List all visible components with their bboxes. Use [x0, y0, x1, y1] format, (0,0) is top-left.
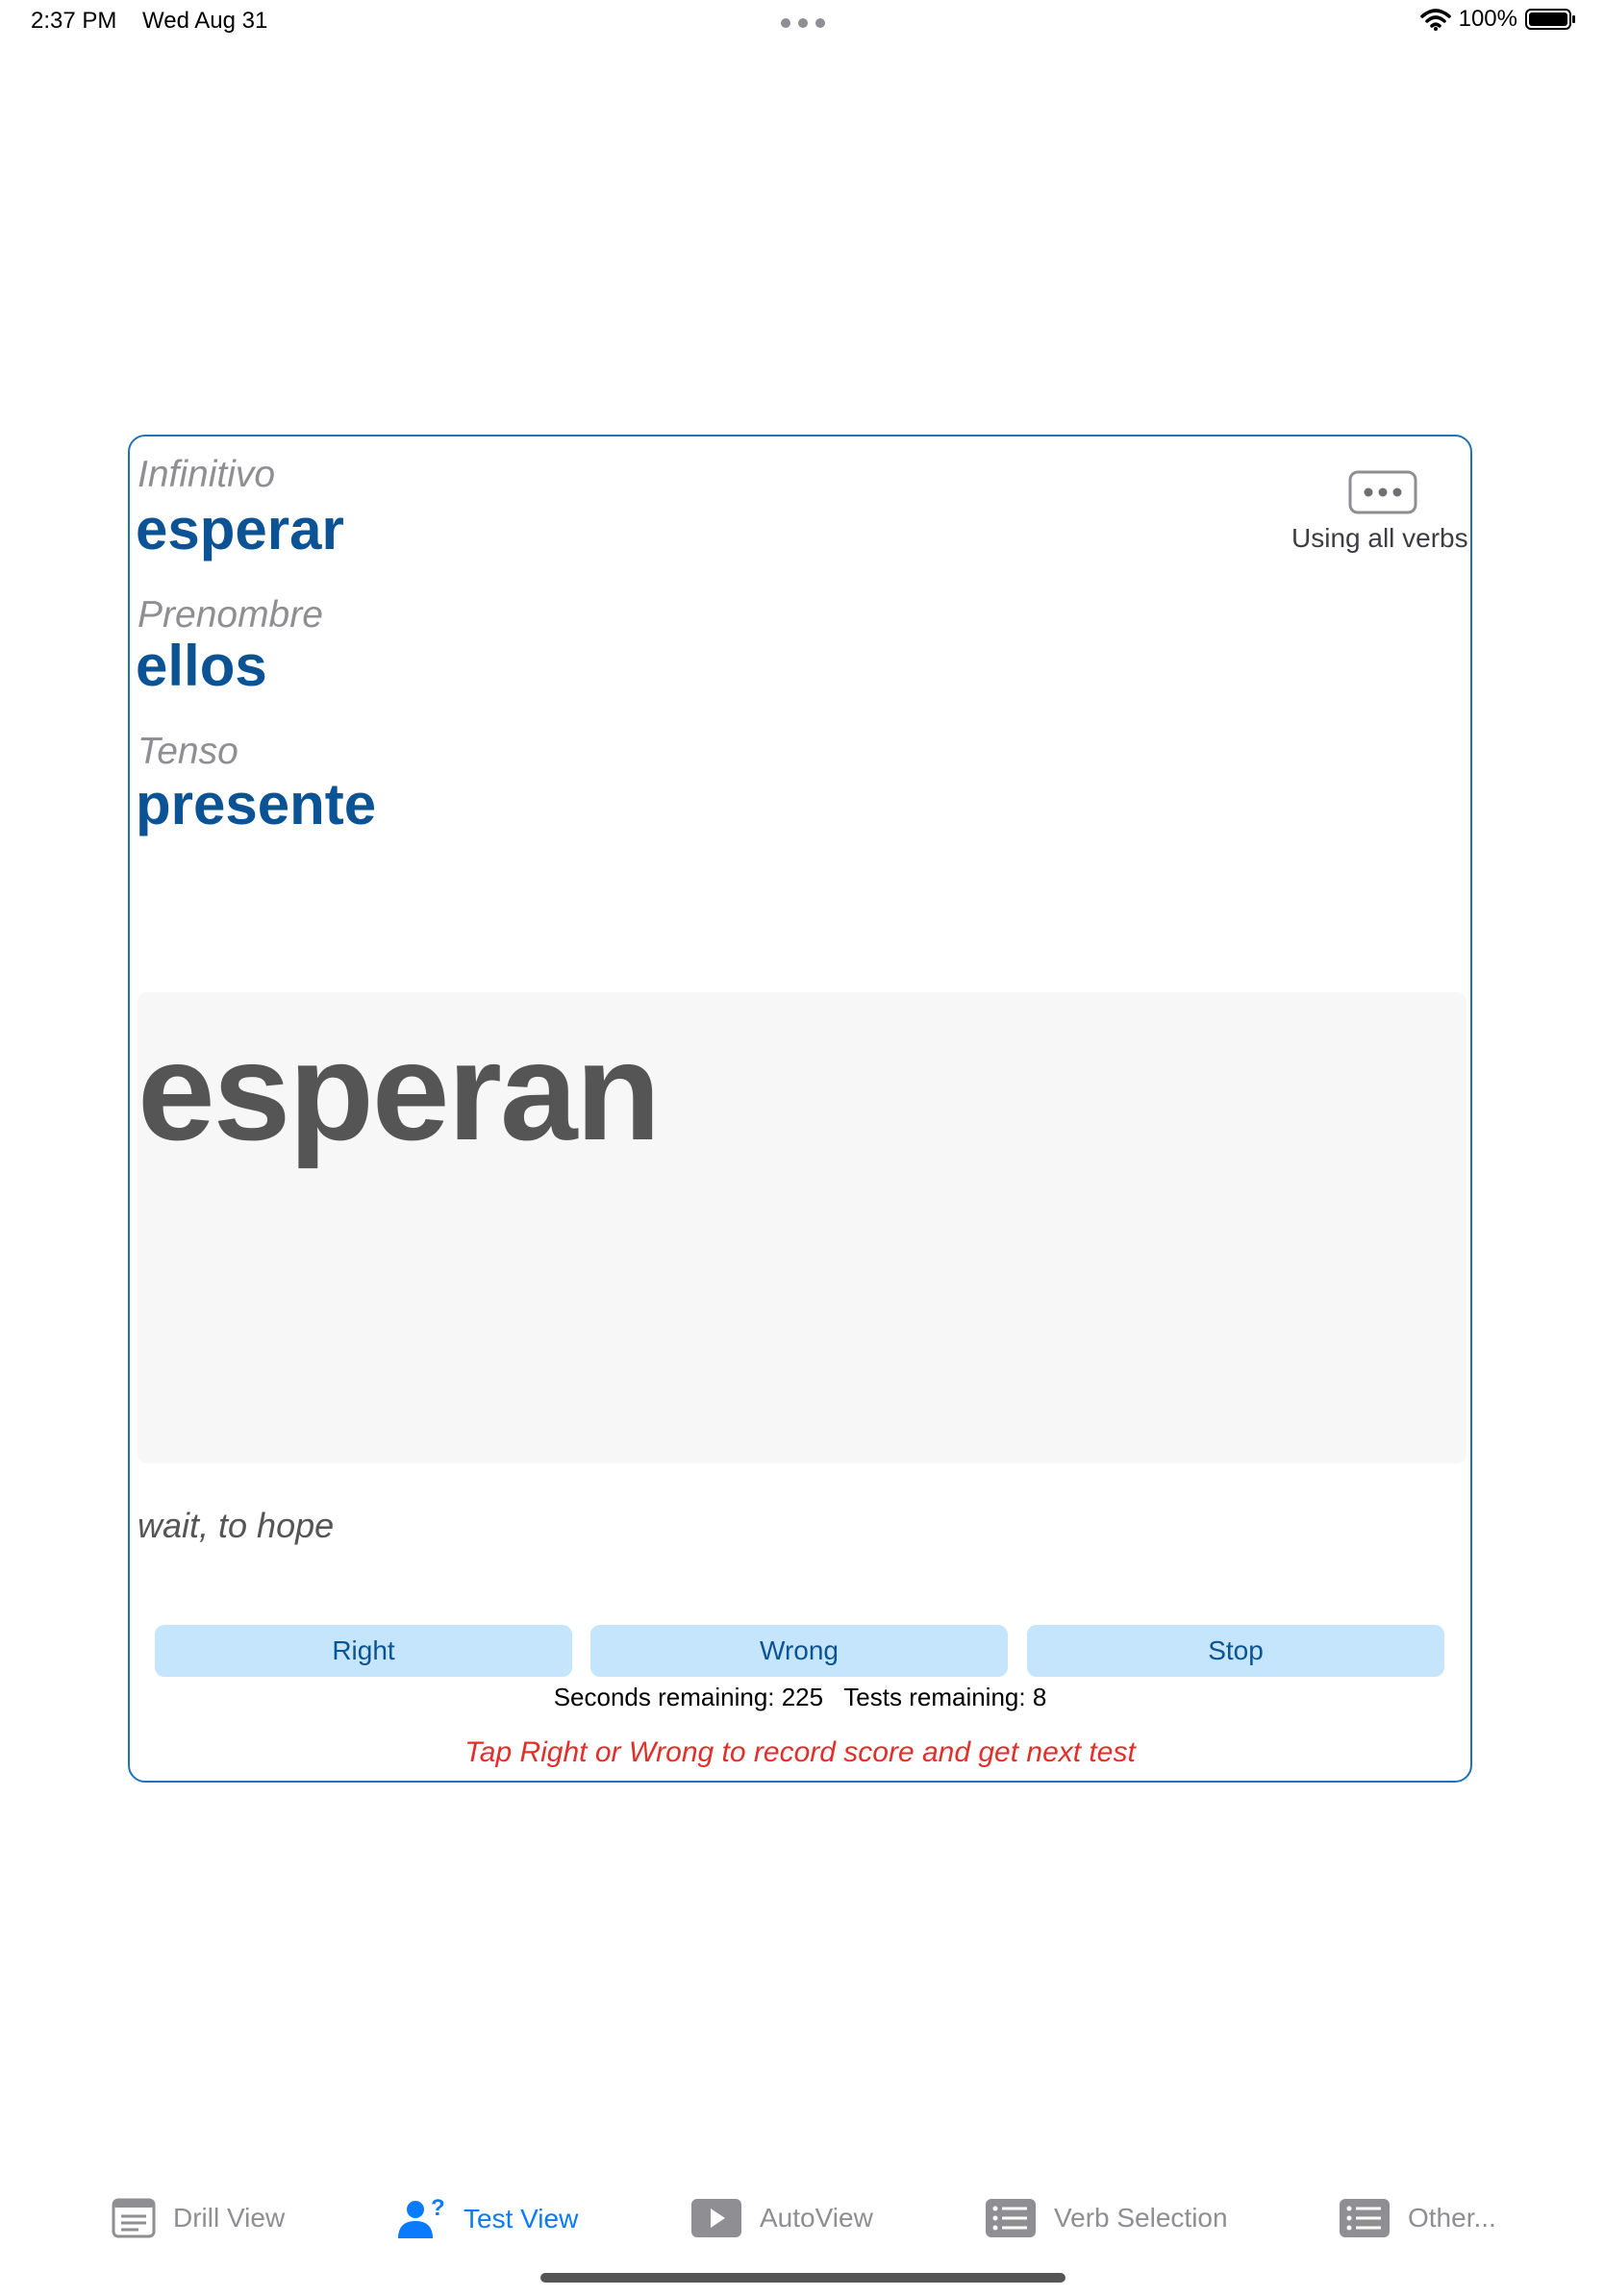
tab-verb-selection[interactable]: Verb Selection — [985, 2198, 1228, 2238]
verb-meaning: wait, to hope — [138, 1506, 335, 1545]
list-icon — [986, 2199, 1036, 2237]
tab-autoview[interactable]: AutoView — [690, 2198, 873, 2238]
status-date: Wed Aug 31 — [142, 8, 268, 34]
battery-percent: 100% — [1458, 6, 1517, 32]
tense-value: presente — [136, 772, 377, 836]
app-screen: 2:37 PM Wed Aug 31 100% Infinitivo esper… — [0, 0, 1604, 2296]
tab-label: AutoView — [760, 2203, 873, 2233]
battery-icon — [1525, 9, 1575, 30]
test-card: Infinitivo esperar Prenombre ellos Tenso… — [128, 435, 1472, 1783]
home-indicator[interactable] — [540, 2273, 1065, 2283]
tab-test-view[interactable]: ? Test View — [396, 2198, 578, 2240]
pronoun-value: ellos — [136, 634, 267, 698]
more-options-icon[interactable] — [1347, 469, 1418, 515]
tense-label: Tenso — [138, 731, 238, 772]
tab-label: Drill View — [173, 2203, 286, 2233]
tab-other[interactable]: Other... — [1339, 2198, 1496, 2238]
answer-area[interactable]: esperan — [138, 992, 1466, 1463]
status-time: 2:37 PM — [31, 8, 117, 34]
infinitive-value: esperar — [136, 497, 344, 562]
multitasking-dots-icon[interactable] — [779, 17, 827, 29]
tab-label: Test View — [464, 2204, 579, 2234]
tab-drill-view[interactable]: Drill View — [112, 2198, 285, 2238]
list-doc-icon — [112, 2198, 156, 2238]
svg-text:?: ? — [431, 2198, 445, 2221]
person-question-icon: ? — [398, 2198, 445, 2238]
list-icon — [1340, 2199, 1390, 2237]
stop-button[interactable]: Stop — [1027, 1625, 1444, 1677]
wrong-button[interactable]: Wrong — [590, 1625, 1008, 1677]
instruction-hint: Tap Right or Wrong to record score and g… — [464, 1736, 1136, 1768]
right-button[interactable]: Right — [155, 1625, 572, 1677]
infinitive-label: Infinitivo — [138, 454, 276, 495]
tab-label: Other... — [1408, 2203, 1496, 2233]
verbs-caption: Using all verbs — [1291, 523, 1468, 553]
pronoun-label: Prenombre — [138, 594, 323, 636]
tab-label: Verb Selection — [1054, 2203, 1228, 2233]
remaining-counts: Seconds remaining: 225 Tests remaining: … — [553, 1683, 1047, 1711]
wifi-icon — [1419, 9, 1451, 31]
play-icon — [691, 2199, 741, 2237]
status-right-cluster: 100% — [1419, 6, 1577, 33]
answer-text: esperan — [138, 1013, 661, 1169]
